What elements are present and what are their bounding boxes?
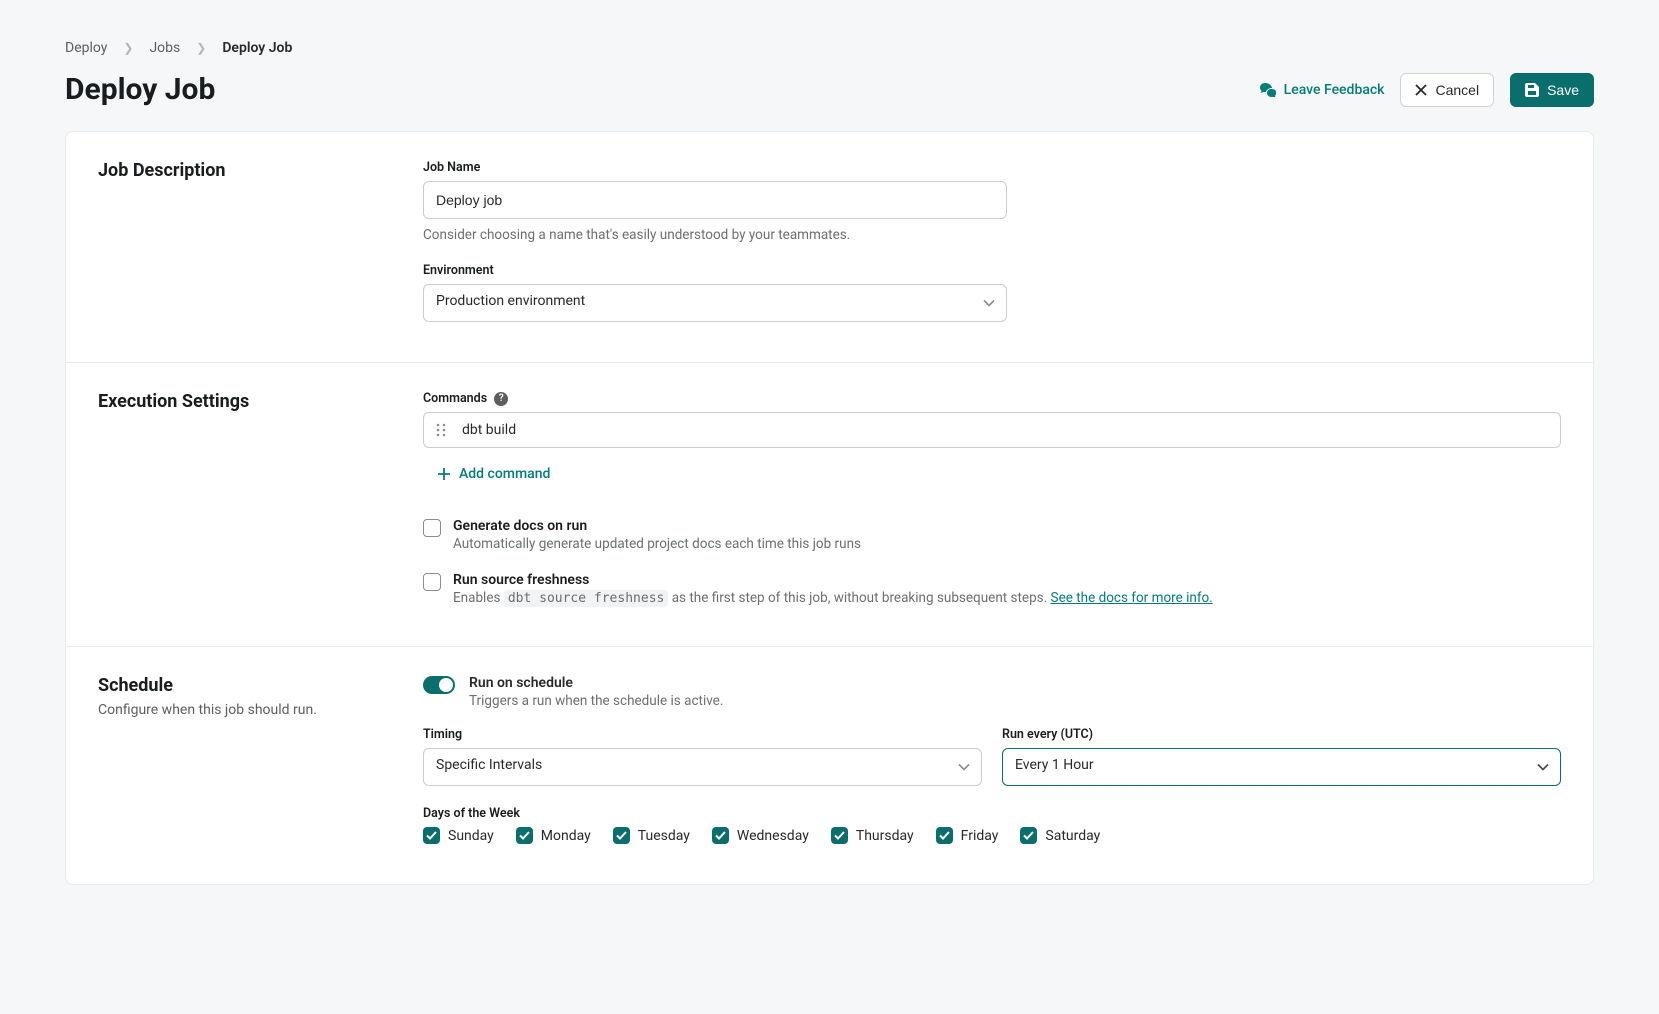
checkbox-checked-icon[interactable] [613,827,630,844]
commands-label: Commands ? [423,391,1561,406]
checkbox-checked-icon[interactable] [831,827,848,844]
timing-select[interactable]: Specific Intervals [423,748,982,786]
day-thursday[interactable]: Thursday [831,827,914,844]
save-icon [1525,83,1539,97]
cancel-button[interactable]: Cancel [1400,73,1494,107]
run-on-schedule-title: Run on schedule [469,675,723,691]
generate-docs-desc: Automatically generate updated project d… [453,536,861,552]
section-execution-title: Execution Settings [98,391,423,412]
section-schedule-subtitle: Configure when this job should run. [98,702,423,718]
section-schedule-title: Schedule [98,675,423,696]
close-icon [1415,84,1427,96]
plus-icon [437,467,451,481]
days-label: Days of the Week [423,806,1561,821]
source-freshness-desc: Enables dbt source freshness as the firs… [453,590,1213,606]
feedback-icon [1260,83,1276,97]
section-job-description-title: Job Description [98,160,423,181]
timing-label: Timing [423,727,982,742]
drag-handle-icon[interactable] [436,423,446,437]
run-every-label: Run every (UTC) [1002,727,1561,742]
command-text: dbt build [462,422,516,438]
cancel-label: Cancel [1435,82,1479,98]
add-command-button[interactable]: Add command [423,462,564,486]
job-name-label: Job Name [423,160,1007,175]
leave-feedback-label: Leave Feedback [1284,82,1385,98]
command-row[interactable]: dbt build [423,412,1561,448]
environment-value: Production environment [436,293,585,309]
day-friday[interactable]: Friday [936,827,999,844]
day-sunday[interactable]: Sunday [423,827,494,844]
info-icon[interactable]: ? [494,392,508,406]
add-command-label: Add command [459,466,550,482]
days-row: Sunday Monday Tuesday Wednesday [423,827,1561,844]
run-on-schedule-toggle[interactable] [423,676,455,694]
breadcrumb-current: Deploy Job [222,40,292,56]
source-freshness-checkbox[interactable] [423,573,441,591]
environment-select[interactable]: Production environment [423,284,1007,322]
leave-feedback-link[interactable]: Leave Feedback [1260,82,1385,98]
save-button[interactable]: Save [1510,73,1594,107]
day-wednesday[interactable]: Wednesday [712,827,809,844]
source-freshness-title: Run source freshness [453,572,1213,588]
chevron-right-icon: ❯ [123,41,133,55]
day-saturday[interactable]: Saturday [1020,827,1100,844]
generate-docs-checkbox[interactable] [423,519,441,537]
day-monday[interactable]: Monday [516,827,591,844]
save-label: Save [1547,82,1579,98]
environment-label: Environment [423,263,1007,278]
day-tuesday[interactable]: Tuesday [613,827,690,844]
timing-value: Specific Intervals [436,757,542,773]
checkbox-checked-icon[interactable] [712,827,729,844]
breadcrumb-jobs[interactable]: Jobs [149,40,180,56]
job-name-input[interactable] [423,181,1007,219]
checkbox-checked-icon[interactable] [516,827,533,844]
checkbox-checked-icon[interactable] [936,827,953,844]
run-on-schedule-desc: Triggers a run when the schedule is acti… [469,693,723,709]
docs-link[interactable]: See the docs for more info. [1051,590,1213,606]
breadcrumb-deploy[interactable]: Deploy [65,40,107,56]
job-name-helper: Consider choosing a name that's easily u… [423,227,1007,243]
breadcrumb: Deploy ❯ Jobs ❯ Deploy Job [65,40,1594,56]
generate-docs-title: Generate docs on run [453,518,861,534]
run-every-value: Every 1 Hour [1015,757,1094,773]
page-title: Deploy Job [65,72,215,107]
chevron-right-icon: ❯ [196,41,206,55]
checkbox-checked-icon[interactable] [423,827,440,844]
checkbox-checked-icon[interactable] [1020,827,1037,844]
run-every-select[interactable]: Every 1 Hour [1002,748,1561,786]
